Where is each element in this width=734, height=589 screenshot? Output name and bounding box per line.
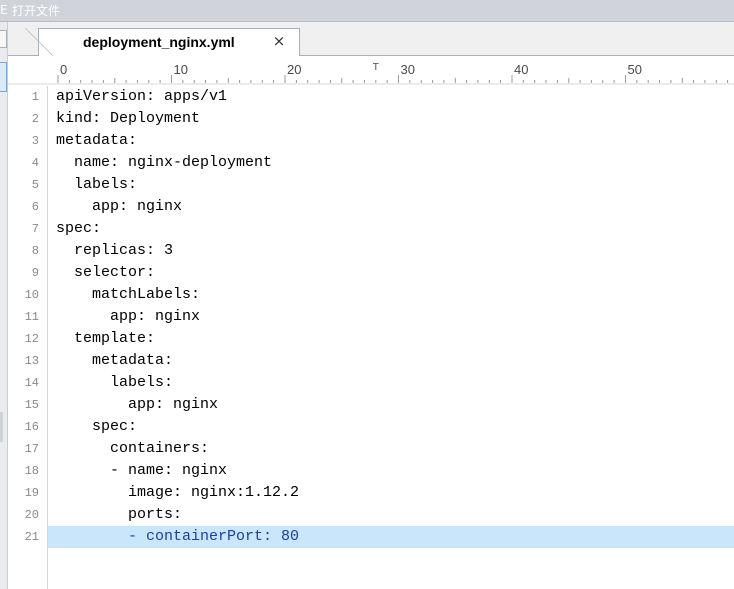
code-line[interactable]: containers: [56, 438, 209, 460]
line-number: 12 [24, 332, 39, 346]
window-title: 打开文件 [12, 4, 61, 18]
editor-window: E 打开文件 deployment_nginx.yml × 0 10 20 30 40 5… [0, 0, 734, 589]
ruler-graphic: 0102030405060T [8, 62, 734, 85]
panel-edge-selected[interactable] [0, 62, 7, 92]
code-line[interactable]: app: nginx [56, 196, 182, 218]
ruler-label: 0 [60, 62, 67, 77]
code-line[interactable]: name: nginx-deployment [56, 152, 272, 174]
code-line[interactable]: replicas: 3 [56, 240, 173, 262]
code-editor[interactable]: 0102030405060T 1234567891011121314151617… [8, 56, 734, 589]
code-line[interactable]: app: nginx [56, 394, 218, 416]
code-line[interactable]: spec: [56, 218, 101, 240]
ruler-label: 30 [401, 62, 415, 77]
line-number: 13 [24, 354, 39, 368]
code-area[interactable]: apiVersion: apps/v1 kind: Deployment metad… [48, 86, 734, 589]
line-number: 1 [31, 90, 39, 104]
line-number: 3 [31, 134, 39, 148]
line-number: 16 [24, 420, 39, 434]
panel-edge-marker [0, 412, 3, 442]
line-number: 20 [24, 508, 39, 522]
line-number: 17 [24, 442, 39, 456]
tab-slant-edge [25, 28, 53, 56]
ruler-label: 50 [628, 62, 642, 77]
line-number: 21 [24, 530, 39, 544]
line-number: 11 [24, 310, 39, 324]
code-line[interactable]: metadata: [56, 350, 173, 372]
line-number: 2 [31, 112, 39, 126]
tab-bar: deployment_nginx.yml × [8, 22, 734, 56]
code-line-current[interactable]: - containerPort: 80 [48, 526, 734, 548]
line-number: 7 [31, 222, 39, 236]
line-number: 5 [31, 178, 39, 192]
line-number: 10 [24, 288, 39, 302]
tab-deployment-nginx[interactable]: deployment_nginx.yml × [25, 28, 300, 56]
left-panel-edge [0, 22, 8, 589]
code-line[interactable]: metadata: [56, 130, 137, 152]
code-line[interactable]: ports: [56, 504, 182, 526]
code-line[interactable]: labels: [56, 174, 137, 196]
column-ruler: 0102030405060T [8, 56, 734, 86]
line-number: 19 [24, 486, 39, 500]
line-number: 6 [31, 200, 39, 214]
code-line[interactable]: matchLabels: [56, 284, 200, 306]
line-number: 18 [24, 464, 39, 478]
ruler-label: 20 [287, 62, 301, 77]
ruler-cursor-marker: T [373, 62, 379, 73]
code-line[interactable]: template: [56, 328, 155, 350]
title-bar: E 打开文件 [0, 0, 734, 22]
code-line[interactable]: app: nginx [56, 306, 200, 328]
title-bar-stub: E [0, 3, 8, 17]
line-number: 4 [31, 156, 39, 170]
code-line[interactable]: - name: nginx [56, 460, 227, 482]
code-line[interactable]: image: nginx:1.12.2 [56, 482, 299, 504]
panel-edge-handle[interactable] [0, 30, 7, 48]
code-line[interactable]: kind: Deployment [56, 108, 200, 130]
ruler-label: 10 [174, 62, 188, 77]
line-number: 14 [24, 376, 39, 390]
code-line[interactable]: spec: [56, 416, 137, 438]
line-number-gutter: 1 2 3 4 5 6 7 8 9 10 11 12 13 14 15 16 17 18 19 20 21 [8, 86, 48, 589]
code-line[interactable]: selector: [56, 262, 155, 284]
tab-label: deployment_nginx.yml [83, 34, 235, 50]
line-number: 8 [31, 244, 39, 258]
line-number: 15 [24, 398, 39, 412]
line-number: 9 [31, 266, 39, 280]
close-icon[interactable]: × [271, 33, 287, 49]
ruler-label: 40 [514, 62, 528, 77]
code-line[interactable]: apiVersion: apps/v1 [56, 86, 227, 108]
code-line[interactable]: labels: [56, 372, 173, 394]
